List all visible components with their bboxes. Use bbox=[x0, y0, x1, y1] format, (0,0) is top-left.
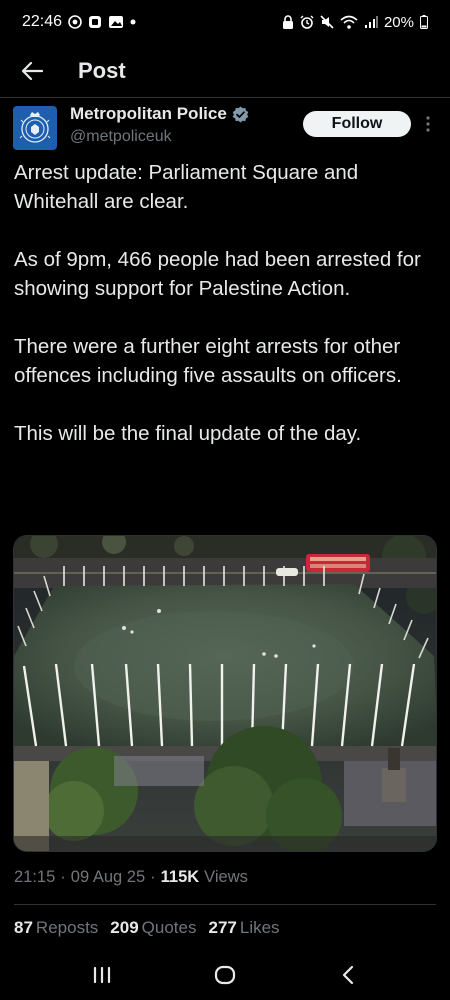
separator-dot: · bbox=[60, 868, 66, 886]
follow-button[interactable]: Follow bbox=[303, 111, 411, 137]
likes-label: Likes bbox=[239, 918, 280, 937]
reposts-stat[interactable]: 87 Reposts bbox=[14, 918, 98, 938]
more-options-button[interactable] bbox=[420, 112, 436, 136]
post-date: 09 Aug 25 bbox=[70, 868, 146, 886]
avatar[interactable] bbox=[13, 106, 57, 150]
signal-icon bbox=[364, 15, 378, 29]
author-name-row[interactable]: Metropolitan Police bbox=[70, 104, 249, 124]
back-nav-button[interactable] bbox=[328, 955, 368, 995]
views-label: Views bbox=[204, 868, 248, 886]
quotes-stat[interactable]: 209 Quotes bbox=[110, 918, 196, 938]
post-paragraph: There were a further eight arrests for o… bbox=[14, 335, 402, 387]
reposts-label: Reposts bbox=[35, 918, 99, 937]
post-paragraph: This will be the final update of the day… bbox=[14, 422, 362, 445]
dot-icon bbox=[130, 19, 136, 25]
likes-count: 277 bbox=[208, 918, 237, 937]
arrow-left-icon bbox=[21, 61, 43, 80]
parliament-square-photo bbox=[14, 536, 436, 851]
top-app-bar: Post bbox=[0, 44, 450, 98]
system-nav-bar bbox=[0, 950, 450, 1000]
engagement-stats: 87 Reposts 209 Quotes 277 Likes bbox=[14, 918, 280, 938]
battery-icon bbox=[420, 15, 428, 29]
post-photo[interactable] bbox=[13, 535, 437, 852]
gallery-icon bbox=[108, 15, 124, 29]
post-paragraph: Arrest update: Parliament Square and Whi… bbox=[14, 161, 359, 213]
recent-apps-icon bbox=[93, 966, 110, 984]
separator-dot: · bbox=[150, 868, 156, 886]
home-button[interactable] bbox=[205, 955, 245, 995]
quotes-label: Quotes bbox=[141, 918, 197, 937]
author-handle[interactable]: @metpoliceuk bbox=[70, 128, 172, 146]
verified-badge-icon bbox=[232, 106, 249, 122]
police-crest-icon bbox=[19, 112, 51, 143]
status-bar: 22:46 20% bbox=[0, 0, 450, 44]
battery-percent: 20% bbox=[383, 13, 414, 31]
notification-icon bbox=[88, 15, 102, 29]
post-timestamp: 21:15 · 09 Aug 25 · 115K Views bbox=[14, 868, 248, 887]
status-time: 22:46 bbox=[22, 13, 63, 30]
divider bbox=[14, 904, 436, 905]
more-vertical-icon bbox=[426, 116, 430, 132]
views-count[interactable]: 115K bbox=[161, 868, 200, 887]
whatsapp-icon bbox=[68, 15, 82, 29]
recent-apps-button[interactable] bbox=[82, 955, 122, 995]
mute-icon bbox=[320, 15, 334, 29]
reposts-count: 87 bbox=[14, 918, 33, 937]
alarm-icon bbox=[300, 15, 314, 29]
author-name[interactable]: Metropolitan Police bbox=[70, 104, 227, 124]
lock-icon bbox=[282, 15, 294, 29]
back-button[interactable] bbox=[16, 55, 48, 87]
post-text: Arrest update: Parliament Square and Whi… bbox=[14, 158, 439, 477]
wifi-icon bbox=[340, 15, 358, 29]
page-title: Post bbox=[78, 57, 126, 83]
chevron-left-icon bbox=[343, 965, 354, 985]
post-paragraph: As of 9pm, 466 people had been arrested … bbox=[14, 248, 421, 300]
post-author: Metropolitan Police @metpoliceuk Follow bbox=[0, 100, 450, 156]
home-icon bbox=[214, 965, 236, 985]
likes-stat[interactable]: 277 Likes bbox=[208, 918, 279, 938]
quotes-count: 209 bbox=[110, 918, 139, 937]
post-time: 21:15 bbox=[14, 868, 56, 886]
